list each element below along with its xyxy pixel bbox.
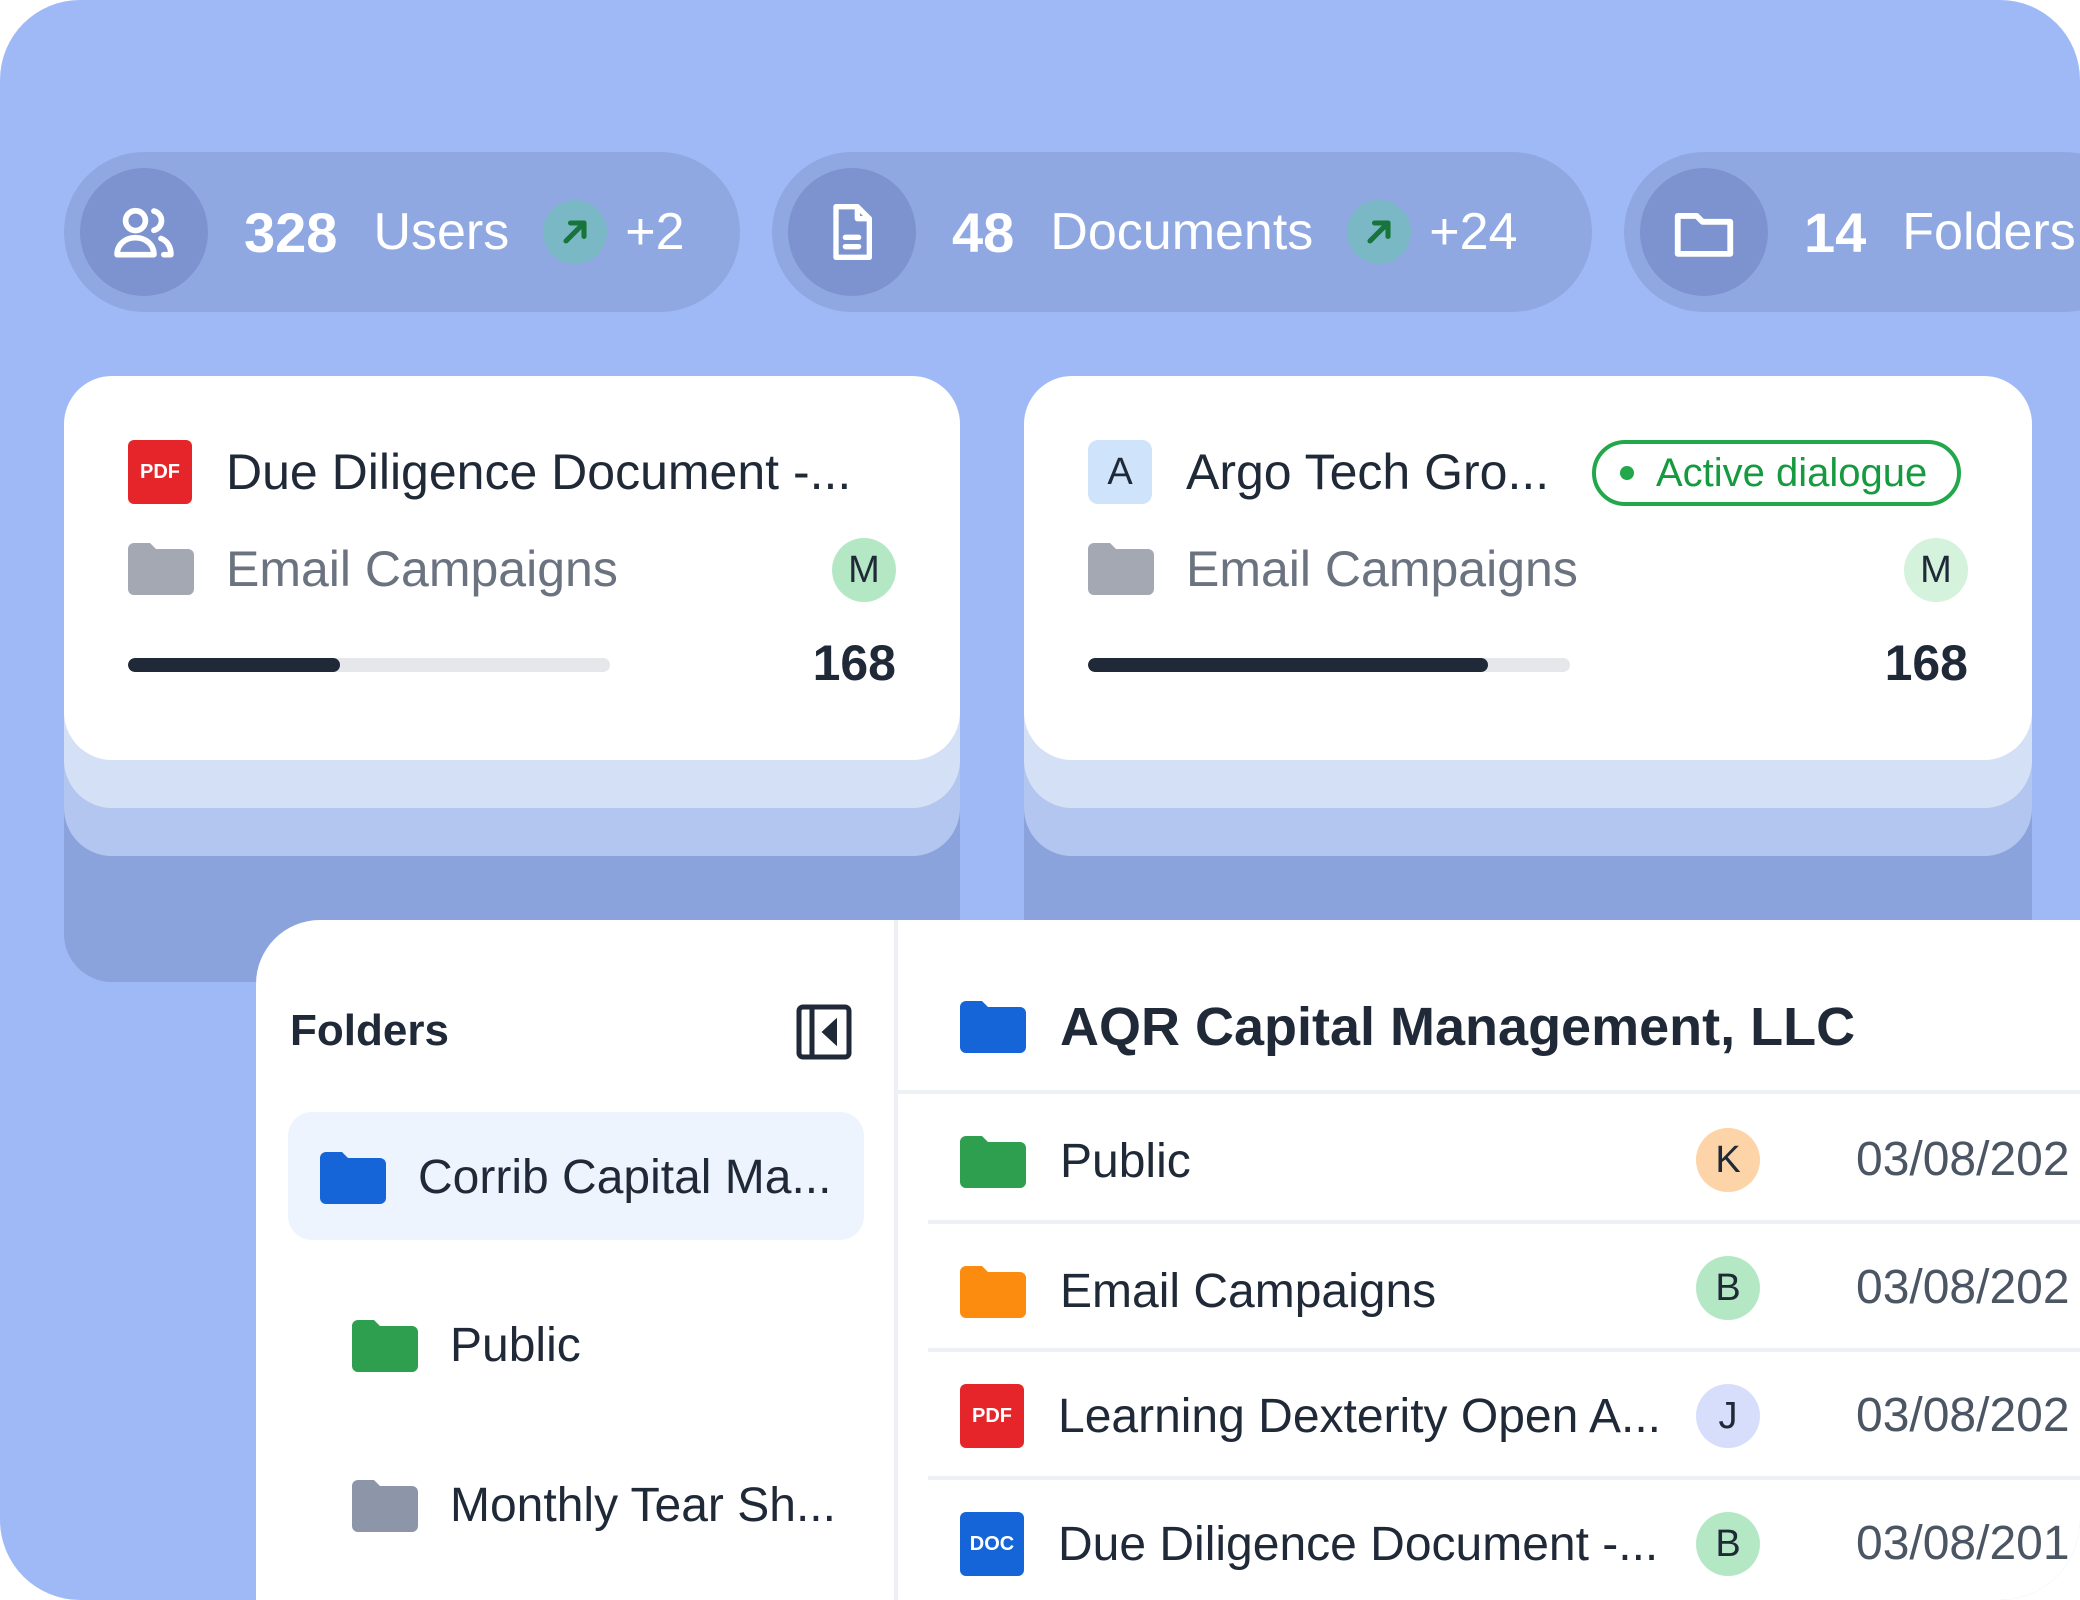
folder-icon — [960, 1001, 1026, 1053]
row-name: Email Campaigns — [1060, 1265, 1437, 1318]
status-badge: Active dialogue — [1592, 440, 1962, 506]
sidebar-item-label: Corrib Capital Ma... — [418, 1151, 832, 1204]
collapse-sidebar-icon — [796, 1004, 852, 1060]
progress-fill — [128, 658, 341, 672]
documents-count: 48 — [952, 200, 1015, 264]
card-title: Argo Tech Gro... — [1186, 444, 1550, 500]
sidebar-item-monthly-tear-sheet[interactable]: Monthly Tear Sh... — [352, 1478, 836, 1533]
doc-file-icon: DOC — [960, 1512, 1024, 1576]
row-name: Learning Dexterity Open A... — [1058, 1389, 1661, 1443]
sidebar-item-corrib-capital[interactable]: Corrib Capital Ma... — [288, 1112, 864, 1240]
documents-label: Documents — [1050, 203, 1314, 261]
folder-icon — [960, 1135, 1026, 1188]
folder-icon — [352, 1479, 418, 1532]
main-header: AQR Capital Management, LLC — [960, 996, 1855, 1058]
trend-up-icon — [1347, 200, 1412, 264]
row-date: 03/08/202 — [1856, 1133, 2070, 1186]
avatar: B — [1696, 1256, 1760, 1320]
users-delta: +2 — [625, 203, 685, 261]
card-folder: Email Campaigns — [1186, 541, 1578, 597]
users-icon — [80, 168, 208, 296]
row-name: Due Diligence Document -... — [1058, 1517, 1659, 1571]
row-divider — [928, 1476, 2080, 1480]
folders-label: Folders — [1902, 203, 2076, 261]
progress-fill — [1088, 658, 1489, 672]
row-divider — [928, 1220, 2080, 1224]
avatar: M — [1904, 538, 1968, 602]
page-title: AQR Capital Management, LLC — [1060, 997, 1856, 1057]
row-date: 03/08/201 — [1856, 1517, 2070, 1570]
users-stat-pill: 328 Users +2 — [64, 152, 740, 312]
progress-bar — [128, 658, 610, 672]
row-date: 03/08/202 — [1856, 1389, 2070, 1442]
documents-stat-pill: 48 Documents +24 — [772, 152, 1592, 312]
header-divider — [898, 1090, 2080, 1094]
sidebar-item-public[interactable]: Public — [352, 1318, 581, 1373]
panel-divider — [894, 920, 898, 1600]
documents-delta: +24 — [1429, 203, 1518, 261]
avatar: J — [1696, 1384, 1760, 1448]
avatar: M — [832, 538, 896, 602]
folder-icon — [128, 543, 194, 595]
sidebar-item-label: Monthly Tear Sh... — [450, 1479, 836, 1532]
pdf-file-icon: PDF — [128, 440, 192, 504]
document-icon — [788, 168, 916, 296]
folder-icon — [960, 1265, 1026, 1318]
folder-icon — [352, 1319, 418, 1372]
folder-icon — [320, 1151, 386, 1204]
card-folder: Email Campaigns — [226, 541, 618, 597]
document-card[interactable]: PDF Due Diligence Document -... Email Ca… — [64, 376, 960, 760]
progress-bar — [1088, 658, 1570, 672]
folders-count: 14 — [1804, 200, 1867, 264]
users-count: 328 — [244, 200, 338, 264]
company-card[interactable]: A Argo Tech Gro... Active dialogue Email… — [1024, 376, 2032, 760]
status-dot — [1620, 466, 1634, 480]
folder-icon — [1088, 543, 1154, 595]
collapse-sidebar-button[interactable] — [796, 1004, 852, 1060]
sidebar-item-label: Public — [450, 1319, 581, 1372]
dashboard-background: 328 Users +2 48 Documents +24 14 Folders — [0, 0, 2080, 1600]
card-count: 168 — [1884, 635, 1968, 691]
card-count: 168 — [812, 635, 896, 691]
card-title: Due Diligence Document -... — [226, 444, 852, 500]
row-date: 03/08/202 — [1856, 1261, 2070, 1314]
row-divider — [928, 1348, 2080, 1352]
avatar: K — [1696, 1128, 1760, 1192]
avatar: B — [1696, 1512, 1760, 1576]
row-name: Public — [1060, 1135, 1191, 1188]
pdf-file-icon: PDF — [960, 1384, 1024, 1448]
folders-stat-pill: 14 Folders — [1624, 152, 2080, 312]
trend-up-icon — [543, 200, 608, 264]
company-avatar: A — [1088, 440, 1152, 504]
folder-icon — [1640, 168, 1768, 296]
users-label: Users — [373, 203, 510, 261]
sidebar-title: Folders — [290, 1006, 449, 1055]
status-label: Active dialogue — [1656, 450, 1928, 495]
